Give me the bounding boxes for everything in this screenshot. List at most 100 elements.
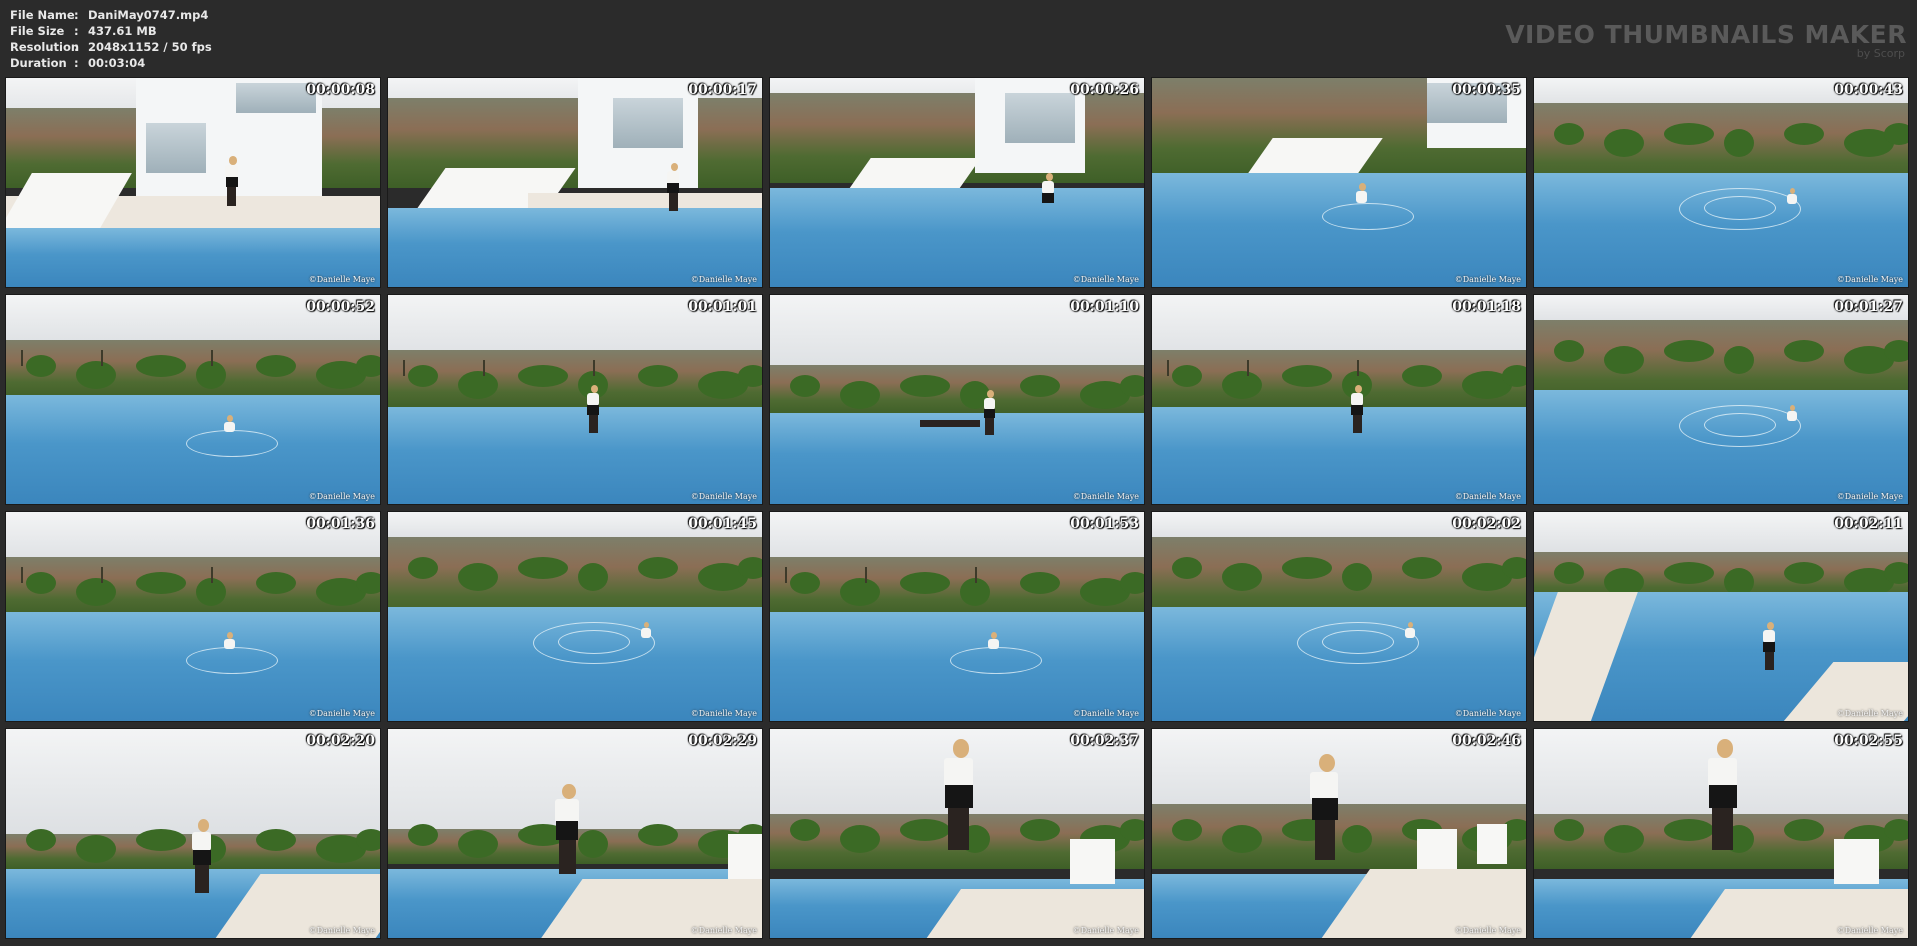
- shrub: [1554, 340, 1584, 362]
- palm-tree: [1247, 360, 1249, 376]
- water-ripple: [558, 630, 630, 654]
- thumbnail-frame[interactable]: 00:02:55 ©Danielle Maye: [1533, 728, 1909, 939]
- shrub: [1884, 562, 1908, 584]
- person: [1759, 622, 1784, 676]
- thumbnail-frame[interactable]: 00:00:08 ©Danielle Maye: [5, 77, 381, 288]
- separator: :: [74, 8, 79, 22]
- thumbnail-frame[interactable]: 00:00:52 ©Danielle Maye: [5, 294, 381, 505]
- frame-watermark: ©Danielle Maye: [1454, 275, 1521, 284]
- thumbnail-frame[interactable]: 00:02:11 ©Danielle Maye: [1533, 511, 1909, 722]
- person: [583, 385, 608, 439]
- shrub: [1784, 340, 1824, 362]
- person-head: [1045, 173, 1053, 182]
- frame-timestamp: 00:01:10: [1070, 299, 1139, 315]
- person-legs: [588, 414, 598, 433]
- shrub: [136, 572, 186, 594]
- person-shirt: [1404, 628, 1415, 639]
- water-ripple: [1704, 413, 1776, 437]
- frame-watermark: ©Danielle Maye: [690, 709, 757, 718]
- thumbnail-frame[interactable]: 00:02:29 ©Danielle Maye: [387, 728, 763, 939]
- shrub: [900, 375, 950, 397]
- shrub: [76, 835, 116, 863]
- file-info: File Name : DaniMay0747.mp4 File Size : …: [10, 7, 212, 71]
- person-head: [1766, 622, 1774, 631]
- thumbnail-frame[interactable]: 00:02:37 ©Danielle Maye: [769, 728, 1145, 939]
- person-shirt: [640, 628, 651, 639]
- person-skirt: [587, 404, 600, 415]
- frame-watermark: ©Danielle Maye: [1836, 492, 1903, 501]
- person-skirt: [556, 821, 579, 841]
- frame-timestamp: 00:00:52: [306, 299, 375, 315]
- brand-title: VIDEO THUMBNAILS MAKER: [1505, 20, 1907, 49]
- resolution-row: Resolution : 2048x1152 / 50 fps: [10, 39, 212, 55]
- thumbnail-frame[interactable]: 00:01:10 ©Danielle Maye: [769, 294, 1145, 505]
- person-head: [1359, 183, 1366, 191]
- resolution-label: Resolution: [10, 40, 80, 54]
- thumbnail-frame[interactable]: 00:01:53 ©Danielle Maye: [769, 511, 1145, 722]
- thumbnail-frame[interactable]: 00:00:35 ©Danielle Maye: [1151, 77, 1527, 288]
- shrub: [458, 371, 498, 399]
- person-head: [228, 156, 237, 165]
- thumbnail-frame[interactable]: 00:00:26 ©Danielle Maye: [769, 77, 1145, 288]
- shrub: [518, 365, 568, 387]
- villa-window: [146, 123, 206, 173]
- person-skirt: [667, 182, 680, 193]
- person-shirt: [1707, 757, 1738, 788]
- thumbnail-frame[interactable]: 00:01:36 ©Danielle Maye: [5, 511, 381, 722]
- shrub: [518, 557, 568, 579]
- person: [980, 390, 1004, 441]
- thumbnail-frame[interactable]: 00:02:46 ©Danielle Maye: [1151, 728, 1527, 939]
- shrub: [408, 824, 438, 846]
- shrub: [1402, 365, 1442, 387]
- duration-label: Duration: [10, 56, 67, 70]
- shrub: [256, 355, 296, 377]
- palm-tree: [593, 360, 595, 376]
- thumbnail-frame[interactable]: 00:01:01 ©Danielle Maye: [387, 294, 763, 505]
- pool-water: [1152, 407, 1526, 504]
- thumbnail-frame[interactable]: 00:01:45 ©Danielle Maye: [387, 511, 763, 722]
- shrub: [76, 578, 116, 606]
- file-name-label: File Name: [10, 8, 75, 22]
- shrub: [1884, 123, 1908, 145]
- water-ripple: [1322, 630, 1394, 654]
- thumbnail-frame[interactable]: 00:01:18 ©Danielle Maye: [1151, 294, 1527, 505]
- shrub: [1222, 563, 1262, 591]
- thumbnail-frame[interactable]: 00:02:02 ©Danielle Maye: [1151, 511, 1527, 722]
- thumbnail-frame[interactable]: 00:01:27 ©Danielle Maye: [1533, 294, 1909, 505]
- shrub: [26, 829, 56, 851]
- file-size-value: 437.61 MB: [88, 24, 157, 38]
- shrub: [1020, 375, 1060, 397]
- person-shirt: [586, 393, 600, 406]
- person-shirt: [666, 171, 680, 184]
- shrub: [840, 381, 880, 409]
- water-ripple: [186, 430, 278, 457]
- frame-timestamp: 00:02:11: [1834, 516, 1903, 532]
- palm-tree: [21, 567, 23, 583]
- person-legs: [194, 865, 209, 894]
- shrub: [790, 375, 820, 397]
- file-name-value: DaniMay0747.mp4: [88, 8, 209, 22]
- frame-watermark: ©Danielle Maye: [1454, 926, 1521, 935]
- shrub: [136, 355, 186, 377]
- brand-subtitle: by Scorp: [1856, 47, 1905, 60]
- person-shirt: [1786, 194, 1797, 205]
- header: File Name : DaniMay0747.mp4 File Size : …: [0, 0, 1917, 76]
- frame-watermark: ©Danielle Maye: [690, 492, 757, 501]
- shrub: [1604, 825, 1644, 853]
- shrub: [1554, 819, 1584, 841]
- person-shirt: [1355, 190, 1368, 203]
- frame-timestamp: 00:02:37: [1070, 733, 1139, 749]
- thumbnail-frame[interactable]: 00:00:43 ©Danielle Maye: [1533, 77, 1909, 288]
- person: [1038, 173, 1063, 227]
- thumbnail-frame[interactable]: 00:02:20 ©Danielle Maye: [5, 728, 381, 939]
- person-skirt: [192, 849, 212, 866]
- frame-watermark: ©Danielle Maye: [308, 275, 375, 284]
- person-skirt: [945, 785, 973, 809]
- frame-timestamp: 00:00:17: [688, 82, 757, 98]
- separator: :: [74, 24, 79, 38]
- thumbnail-frame[interactable]: 00:00:17 ©Danielle Maye: [387, 77, 763, 288]
- palm-tree: [403, 360, 405, 376]
- shrub: [578, 563, 608, 591]
- wall: [1834, 839, 1879, 884]
- wall: [1477, 824, 1507, 864]
